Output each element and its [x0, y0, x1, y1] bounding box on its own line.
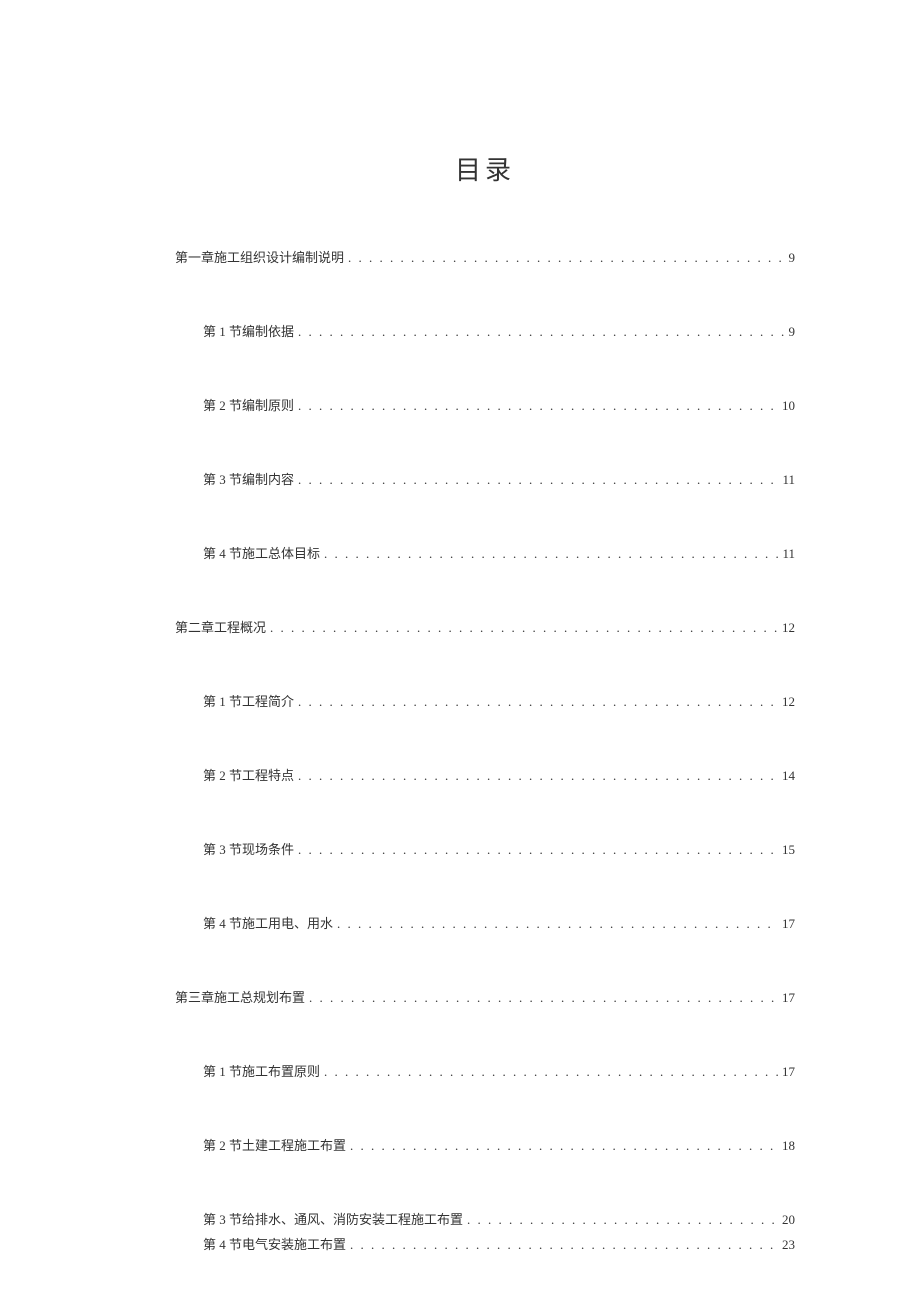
toc-leader-dots — [324, 546, 778, 562]
toc-entry: 第 4 节电气安装施工布置 23 — [175, 1234, 795, 1253]
toc-entry-page: 9 — [789, 324, 796, 340]
toc-entry-page: 17 — [782, 1064, 795, 1080]
page-title: 目录 — [175, 150, 795, 187]
toc-entry-label: 第 3 节现场条件 — [203, 839, 294, 858]
toc-entry-label: 第三章施工总规划布置 — [175, 987, 305, 1006]
toc-leader-dots — [298, 694, 778, 710]
toc-entry: 第 3 节现场条件 15 — [175, 839, 795, 858]
toc-entry: 第三章施工总规划布置 17 — [175, 987, 795, 1006]
toc-entry-label: 第 3 节编制内容 — [203, 469, 294, 488]
toc-leader-dots — [298, 842, 778, 858]
toc-entry: 第 2 节土建工程施工布置 18 — [175, 1135, 795, 1154]
toc-leader-dots — [324, 1064, 778, 1080]
toc-entry-label: 第 2 节土建工程施工布置 — [203, 1135, 346, 1154]
toc-entry-page: 17 — [782, 916, 795, 932]
toc-entry: 第 3 节给排水、通风、消防安装工程施工布置 20 — [175, 1209, 795, 1228]
toc-entry-label: 第 2 节工程特点 — [203, 765, 294, 784]
toc-entry: 第 2 节编制原则 10 — [175, 395, 795, 414]
toc-entry-page: 12 — [782, 620, 795, 636]
toc-entry-page: 23 — [782, 1237, 795, 1253]
toc-leader-dots — [309, 990, 778, 1006]
toc-leader-dots — [298, 768, 778, 784]
toc-entry-page: 18 — [782, 1138, 795, 1154]
toc-entry-label: 第 2 节编制原则 — [203, 395, 294, 414]
toc-entry-page: 9 — [789, 250, 796, 266]
toc-entry-label: 第 3 节给排水、通风、消防安装工程施工布置 — [203, 1209, 463, 1228]
toc-entry-page: 10 — [782, 398, 795, 414]
toc-leader-dots — [298, 398, 778, 414]
toc-entry: 第 1 节编制依据 9 — [175, 321, 795, 340]
toc-entry: 第一章施工组织设计编制说明 9 — [175, 247, 795, 266]
toc-entry-page: 17 — [782, 990, 795, 1006]
toc-entry: 第 4 节施工总体目标 11 — [175, 543, 795, 562]
toc-entry-label: 第二章工程概况 — [175, 617, 266, 636]
toc-leader-dots — [298, 472, 778, 488]
toc-entry-label: 第 4 节施工总体目标 — [203, 543, 320, 562]
toc-leader-dots — [270, 620, 778, 636]
table-of-contents: 第一章施工组织设计编制说明 9 第 1 节编制依据 9 第 2 节编制原则 10 第 3 节… — [175, 247, 795, 1253]
toc-leader-dots — [348, 250, 784, 266]
toc-entry-page: 12 — [782, 694, 795, 710]
toc-entry-label: 第一章施工组织设计编制说明 — [175, 247, 344, 266]
toc-entry: 第 3 节编制内容 11 — [175, 469, 795, 488]
toc-leader-dots — [467, 1212, 778, 1228]
toc-entry: 第二章工程概况 12 — [175, 617, 795, 636]
toc-leader-dots — [337, 916, 778, 932]
toc-entry-page: 15 — [782, 842, 795, 858]
toc-entry-page: 11 — [782, 546, 795, 562]
toc-leader-dots — [298, 324, 784, 340]
toc-entry-label: 第 1 节施工布置原则 — [203, 1061, 320, 1080]
toc-entry-label: 第 4 节施工用电、用水 — [203, 913, 333, 932]
toc-entry-label: 第 4 节电气安装施工布置 — [203, 1234, 346, 1253]
toc-entry: 第 2 节工程特点 14 — [175, 765, 795, 784]
toc-entry-label: 第 1 节编制依据 — [203, 321, 294, 340]
toc-entry-page: 20 — [782, 1212, 795, 1228]
toc-leader-dots — [350, 1138, 778, 1154]
toc-entry-page: 14 — [782, 768, 795, 784]
toc-entry: 第 1 节施工布置原则 17 — [175, 1061, 795, 1080]
toc-leader-dots — [350, 1237, 778, 1253]
toc-entry: 第 4 节施工用电、用水 17 — [175, 913, 795, 932]
toc-entry-page: 11 — [782, 472, 795, 488]
toc-entry: 第 1 节工程简介 12 — [175, 691, 795, 710]
toc-entry-label: 第 1 节工程简介 — [203, 691, 294, 710]
